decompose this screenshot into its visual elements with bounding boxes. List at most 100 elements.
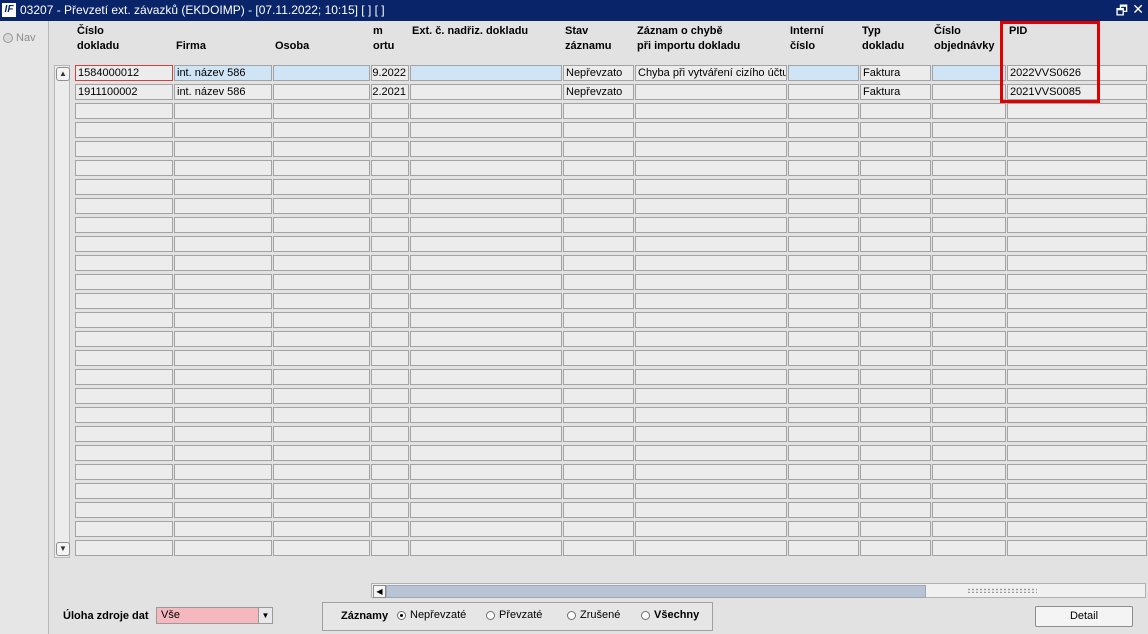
cell-zaznam-o-chybe[interactable]	[635, 84, 787, 100]
cell-ext-c-nadriz-dokladu[interactable]	[410, 369, 562, 385]
cell-stav-zaznamu[interactable]: Nepřevzato	[563, 65, 634, 81]
cell-zaznam-o-chybe[interactable]	[635, 198, 787, 214]
cell-interni-cislo[interactable]	[788, 179, 859, 195]
cell-stav-zaznamu[interactable]	[563, 198, 634, 214]
cell-pid[interactable]	[1007, 160, 1147, 176]
cell-firma[interactable]	[174, 540, 272, 556]
cell-cislo-dokladu[interactable]: 1911100002	[75, 84, 173, 100]
cell-pid[interactable]	[1007, 198, 1147, 214]
cell-cislo-dokladu[interactable]	[75, 407, 173, 423]
cell-datum-importu[interactable]	[371, 293, 409, 309]
cell-zaznam-o-chybe[interactable]	[635, 293, 787, 309]
cell-osoba[interactable]	[273, 141, 370, 157]
cell-typ-dokladu[interactable]	[860, 369, 931, 385]
cell-stav-zaznamu[interactable]: Nepřevzato	[563, 84, 634, 100]
cell-ext-c-nadriz-dokladu[interactable]	[410, 217, 562, 233]
column-header-datum-importu[interactable]: m ortu	[373, 24, 409, 54]
cell-typ-dokladu[interactable]	[860, 464, 931, 480]
cell-osoba[interactable]	[273, 483, 370, 499]
radio-neprevzate[interactable]: Nepřevzaté	[397, 609, 466, 621]
cell-stav-zaznamu[interactable]	[563, 141, 634, 157]
column-header-interni-cislo[interactable]: Interní číslo	[790, 24, 859, 54]
cell-pid[interactable]	[1007, 141, 1147, 157]
cell-firma[interactable]	[174, 160, 272, 176]
cell-interni-cislo[interactable]	[788, 540, 859, 556]
cell-stav-zaznamu[interactable]	[563, 407, 634, 423]
uloha-select[interactable]: Vše ▼	[156, 607, 273, 624]
cell-pid[interactable]	[1007, 331, 1147, 347]
cell-pid[interactable]: 2021VVS0085	[1007, 84, 1147, 100]
cell-cislo-objednavky[interactable]	[932, 293, 1006, 309]
cell-typ-dokladu[interactable]	[860, 445, 931, 461]
cell-cislo-dokladu[interactable]	[75, 217, 173, 233]
cell-osoba[interactable]	[273, 84, 370, 100]
cell-osoba[interactable]	[273, 445, 370, 461]
cell-datum-importu[interactable]	[371, 502, 409, 518]
cell-cislo-dokladu[interactable]	[75, 521, 173, 537]
cell-cislo-objednavky[interactable]	[932, 122, 1006, 138]
nav-toggle[interactable]: Nav	[3, 32, 36, 44]
cell-firma[interactable]	[174, 407, 272, 423]
radio-vsechny[interactable]: Všechny	[641, 609, 699, 621]
cell-cislo-objednavky[interactable]	[932, 255, 1006, 271]
cell-ext-c-nadriz-dokladu[interactable]	[410, 84, 562, 100]
cell-typ-dokladu[interactable]	[860, 236, 931, 252]
cell-cislo-objednavky[interactable]	[932, 103, 1006, 119]
cell-firma[interactable]	[174, 198, 272, 214]
cell-interni-cislo[interactable]	[788, 464, 859, 480]
cell-osoba[interactable]	[273, 540, 370, 556]
chevron-down-icon[interactable]: ▼	[258, 608, 272, 623]
cell-ext-c-nadriz-dokladu[interactable]	[410, 312, 562, 328]
cell-stav-zaznamu[interactable]	[563, 255, 634, 271]
cell-interni-cislo[interactable]	[788, 445, 859, 461]
cell-osoba[interactable]	[273, 331, 370, 347]
cell-datum-importu[interactable]	[371, 540, 409, 556]
cell-datum-importu[interactable]	[371, 312, 409, 328]
cell-osoba[interactable]	[273, 426, 370, 442]
cell-typ-dokladu[interactable]	[860, 217, 931, 233]
cell-pid[interactable]	[1007, 445, 1147, 461]
cell-cislo-dokladu[interactable]	[75, 445, 173, 461]
cell-ext-c-nadriz-dokladu[interactable]	[410, 407, 562, 423]
cell-osoba[interactable]	[273, 179, 370, 195]
cell-firma[interactable]	[174, 293, 272, 309]
cell-pid[interactable]	[1007, 217, 1147, 233]
cell-zaznam-o-chybe[interactable]	[635, 255, 787, 271]
cell-ext-c-nadriz-dokladu[interactable]	[410, 502, 562, 518]
cell-ext-c-nadriz-dokladu[interactable]	[410, 160, 562, 176]
cell-typ-dokladu[interactable]	[860, 293, 931, 309]
cell-cislo-dokladu[interactable]	[75, 331, 173, 347]
cell-firma[interactable]	[174, 331, 272, 347]
cell-cislo-objednavky[interactable]	[932, 540, 1006, 556]
cell-zaznam-o-chybe[interactable]	[635, 217, 787, 233]
cell-osoba[interactable]	[273, 388, 370, 404]
cell-pid[interactable]	[1007, 236, 1147, 252]
cell-stav-zaznamu[interactable]	[563, 331, 634, 347]
cell-stav-zaznamu[interactable]	[563, 521, 634, 537]
cell-cislo-objednavky[interactable]	[932, 445, 1006, 461]
cell-zaznam-o-chybe[interactable]	[635, 160, 787, 176]
cell-typ-dokladu[interactable]	[860, 141, 931, 157]
cell-typ-dokladu[interactable]	[860, 312, 931, 328]
cell-stav-zaznamu[interactable]	[563, 179, 634, 195]
cell-interni-cislo[interactable]	[788, 293, 859, 309]
cell-ext-c-nadriz-dokladu[interactable]	[410, 293, 562, 309]
cell-ext-c-nadriz-dokladu[interactable]	[410, 483, 562, 499]
cell-zaznam-o-chybe[interactable]	[635, 122, 787, 138]
cell-interni-cislo[interactable]	[788, 84, 859, 100]
cell-datum-importu[interactable]	[371, 407, 409, 423]
cell-firma[interactable]: int. název 586	[174, 65, 272, 81]
cell-osoba[interactable]	[273, 407, 370, 423]
column-header-ext-c-nadriz-dokladu[interactable]: Ext. č. nadřiz. dokladu	[412, 24, 562, 54]
cell-cislo-objednavky[interactable]	[932, 350, 1006, 366]
cell-cislo-dokladu[interactable]	[75, 274, 173, 290]
cell-cislo-dokladu[interactable]	[75, 426, 173, 442]
cell-stav-zaznamu[interactable]	[563, 445, 634, 461]
cell-osoba[interactable]	[273, 293, 370, 309]
column-header-cislo-objednavky[interactable]: Číslo objednávky	[934, 24, 1006, 54]
cell-pid[interactable]: 2022VVS0626	[1007, 65, 1147, 81]
cell-osoba[interactable]	[273, 236, 370, 252]
cell-cislo-dokladu[interactable]	[75, 236, 173, 252]
cell-datum-importu[interactable]	[371, 217, 409, 233]
cell-datum-importu[interactable]	[371, 236, 409, 252]
